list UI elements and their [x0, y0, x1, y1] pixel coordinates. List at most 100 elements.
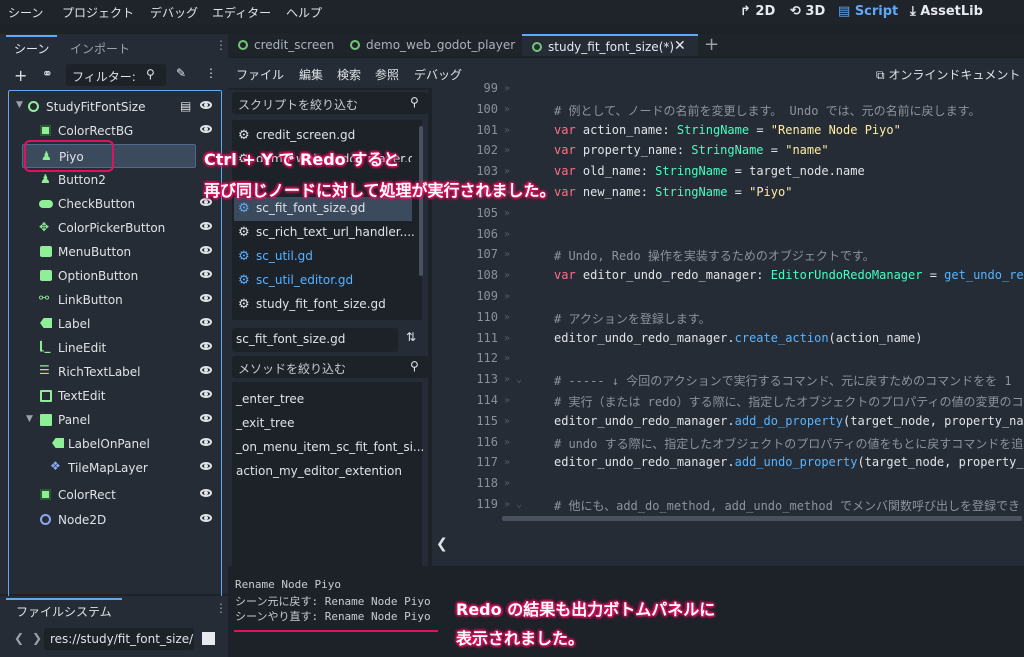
tree-row-richtextlabel[interactable]: ☰ RichTextLabel — [14, 360, 220, 384]
scrollbar[interactable] — [419, 126, 423, 276]
tree-row-linkbutton[interactable]: ⚯ LinkButton — [14, 288, 220, 312]
visibility-eye-icon[interactable] — [200, 125, 212, 133]
filesystem-path-input[interactable]: res://study/fit_font_size/ — [44, 628, 194, 650]
visibility-eye-icon[interactable] — [200, 246, 212, 254]
method-item[interactable]: action_my_editor_extention — [236, 464, 402, 478]
workspace-assetlib-button[interactable]: ⤓ AssetLib — [910, 4, 983, 19]
tree-row-button2[interactable]: ♟ Button2 — [14, 168, 220, 192]
menu-project[interactable]: プロジェクト — [62, 4, 134, 21]
code-line[interactable]: 110 » # アクションを登録します。 — [432, 310, 1024, 331]
tab-credit-screen[interactable]: credit_screen — [228, 34, 338, 56]
method-item[interactable]: _on_menu_item_sc_fit_font_si... — [236, 440, 424, 454]
split-view-icon[interactable] — [202, 632, 215, 645]
code-line[interactable]: 119 » ⌄ # 他にも、add_do_method, add_undo_meth… — [432, 497, 1024, 518]
scene-menu-icon[interactable]: ⋮ — [205, 66, 217, 80]
tab-demo-web-godot-player[interactable]: demo_web_godot_player — [340, 34, 520, 56]
close-icon[interactable]: ✕ — [674, 38, 686, 54]
method-item[interactable]: _exit_tree — [236, 416, 294, 430]
visibility-eye-icon[interactable] — [200, 514, 212, 522]
code-line[interactable]: 107 » # Undo, Redo 操作を実装するためのオブジェクトです。 — [432, 247, 1024, 268]
tab-import[interactable]: インポート — [62, 37, 138, 59]
code-line[interactable]: 118 » — [432, 476, 1024, 497]
script-filter-input[interactable]: スクリプトを絞り込む ⚲ — [232, 92, 428, 114]
menu-help[interactable]: ヘルプ — [286, 4, 322, 21]
tree-row-node2d[interactable]: Node2D — [14, 508, 220, 532]
code-line[interactable]: 100 » # 例として、ノードの名前を変更します。 Undo では、元の名前に戻し… — [432, 102, 1024, 123]
horizontal-scrollbar[interactable] — [502, 516, 1022, 521]
tree-row-root[interactable]: ▼ StudyFitFontSize ▤ — [14, 95, 220, 119]
tree-row-colorrect[interactable]: ColorRect — [14, 483, 220, 507]
visibility-eye-icon[interactable] — [200, 101, 212, 109]
script-item[interactable]: ⚙ sc_util.gd — [234, 245, 412, 269]
tree-row-menubutton[interactable]: MenuButton — [14, 240, 220, 264]
menu-editor[interactable]: エディター — [212, 4, 271, 21]
code-line[interactable]: 99 » — [432, 82, 1024, 102]
visibility-eye-icon[interactable] — [200, 222, 212, 230]
add-node-icon[interactable]: + — [14, 66, 27, 85]
code-line[interactable]: 112 » — [432, 351, 1024, 372]
visibility-eye-icon[interactable] — [200, 438, 212, 446]
tree-row-optionbutton[interactable]: OptionButton — [14, 264, 220, 288]
dock-menu-icon[interactable]: ⋮ — [215, 601, 227, 615]
code-editor[interactable]: 99 » 100 » # 例として、ノードの名前を変更します。 Undo では、元の名前… — [432, 82, 1024, 522]
script-item[interactable]: ⚙ sc_util_editor.gd — [234, 269, 412, 293]
tree-row-lineedit[interactable]: ⌊_ LineEdit — [14, 336, 220, 360]
workspace-3d-button[interactable]: ⟲ 3D — [790, 4, 825, 19]
code-line[interactable]: 115 » editor_undo_redo_manager.add_do_prop… — [432, 414, 1024, 435]
collapse-arrow-icon[interactable]: ▼ — [16, 100, 23, 110]
scene-filter-input[interactable]: フィルター: ⚲ — [66, 64, 166, 86]
visibility-eye-icon[interactable] — [200, 462, 212, 470]
link-icon[interactable]: ⚭ — [42, 67, 53, 82]
code-line[interactable]: 111 » editor_undo_redo_manager.create_acti… — [432, 331, 1024, 352]
visibility-eye-icon[interactable] — [200, 489, 212, 497]
code-line[interactable]: 102 » var property_name: StringName = "nam… — [432, 143, 1024, 164]
tree-row-labelonpanel[interactable]: LabelOnPanel — [14, 432, 220, 456]
visibility-eye-icon[interactable] — [200, 294, 212, 302]
method-filter-input[interactable]: メソッドを絞り込む ⚲ — [232, 356, 428, 378]
code-line[interactable]: 116 » # undo する際に、指定したオブジェクトのプロパティの値をもとに戻す… — [432, 435, 1024, 456]
tab-filesystem[interactable]: ファイルシステム — [6, 598, 122, 620]
menu-scene[interactable]: シーン — [8, 4, 43, 21]
menu-debug[interactable]: デバッグ — [150, 4, 198, 21]
collapse-panel-icon[interactable]: ❮ — [436, 536, 448, 552]
code-line[interactable]: 105 » — [432, 206, 1024, 227]
visibility-eye-icon[interactable] — [200, 318, 212, 326]
menu-goto[interactable]: 参照 — [375, 66, 399, 83]
visibility-eye-icon[interactable] — [200, 270, 212, 278]
method-item[interactable]: _enter_tree — [236, 392, 304, 406]
workspace-script-button[interactable]: ▤ Script — [838, 4, 898, 19]
add-tab-icon[interactable]: + — [704, 34, 719, 55]
dock-menu-icon[interactable]: ⋮ — [215, 38, 227, 52]
script-icon[interactable]: ▤ — [180, 99, 191, 113]
sort-icon[interactable]: ⇅ — [406, 330, 416, 344]
code-line[interactable]: 114 » # 実行（または redo）する際に、指定したオブジェクトのプロパティの… — [432, 393, 1024, 414]
forward-arrow-icon[interactable]: ❯ — [32, 631, 42, 645]
menu-search[interactable]: 検索 — [337, 66, 361, 83]
code-line[interactable]: 108 » var editor_undo_redo_manager: Editor… — [432, 268, 1024, 289]
tab-study-fit-font-size[interactable]: study_fit_font_size(*) ✕ — [522, 34, 698, 56]
script-item[interactable]: ⚙ sc_rich_text_url_handler.... — [234, 221, 415, 245]
script-attach-icon[interactable]: ✎ — [176, 66, 186, 80]
online-docs-link[interactable]: ⧉ オンラインドキュメント — [876, 66, 1020, 83]
visibility-eye-icon[interactable] — [200, 366, 212, 374]
code-line[interactable]: 106 » — [432, 227, 1024, 248]
menu-file[interactable]: ファイル — [236, 66, 284, 83]
menu-debug[interactable]: デバッグ — [414, 66, 462, 83]
tree-row-label[interactable]: Label — [14, 312, 220, 336]
script-item[interactable]: ⚙ study_fit_font_size.gd — [234, 293, 412, 317]
tab-scene[interactable]: シーン — [6, 35, 58, 57]
back-arrow-icon[interactable]: ❮ — [14, 631, 24, 645]
code-line[interactable]: 117 » editor_undo_redo_manager.add_undo_pr… — [432, 455, 1024, 476]
tree-row-textedit[interactable]: TextEdit — [14, 384, 220, 408]
visibility-eye-icon[interactable] — [200, 414, 212, 422]
collapse-arrow-icon[interactable]: ▼ — [26, 414, 33, 424]
tree-row-panel[interactable]: ▼ Panel — [14, 408, 220, 432]
code-line[interactable]: 109 » — [432, 289, 1024, 310]
script-item[interactable]: ⚙ credit_screen.gd — [234, 124, 412, 148]
tree-row-tilemaplayer[interactable]: ❖ TileMapLayer — [14, 456, 220, 480]
visibility-eye-icon[interactable] — [200, 390, 212, 398]
visibility-eye-icon[interactable] — [200, 342, 212, 350]
menu-edit[interactable]: 編集 — [299, 66, 323, 83]
code-line[interactable]: 101 » var action_name: StringName = "Renam… — [432, 123, 1024, 144]
tree-row-colorpickerbutton[interactable]: ✥ ColorPickerButton — [14, 216, 220, 240]
